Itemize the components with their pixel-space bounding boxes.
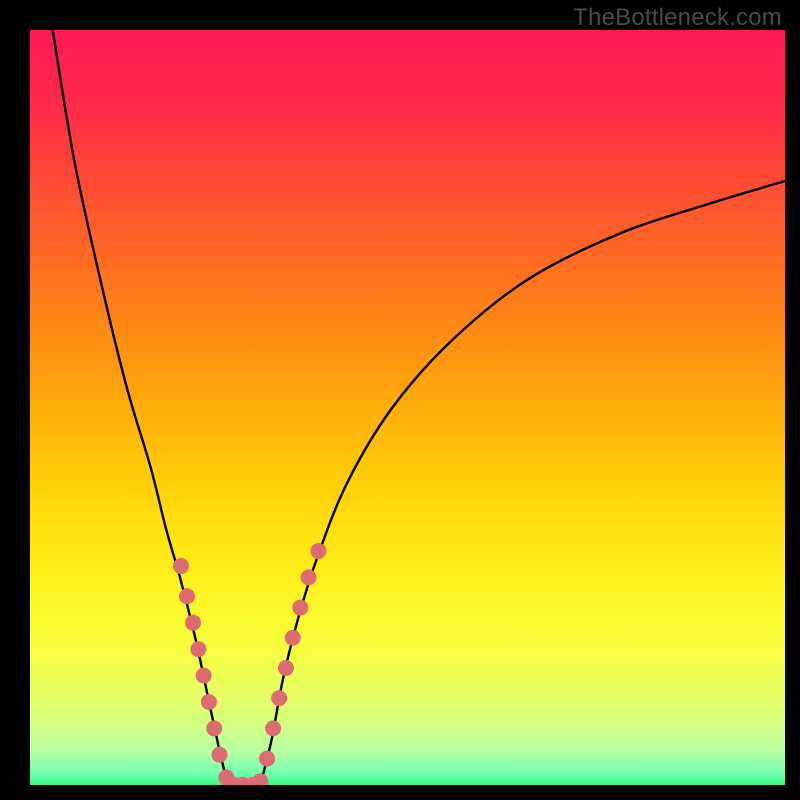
highlight-marker (201, 694, 217, 710)
highlight-marker (196, 668, 212, 684)
highlight-marker (285, 630, 301, 646)
series-group (53, 30, 785, 785)
marker-group (173, 543, 326, 785)
highlight-marker (292, 600, 308, 616)
chart-overlay (30, 30, 785, 785)
highlight-marker (252, 773, 268, 785)
highlight-marker (173, 558, 189, 574)
highlight-marker (206, 720, 222, 736)
plot-area (30, 30, 785, 785)
highlight-marker (185, 615, 201, 631)
figure-root: TheBottleneck.com (0, 0, 800, 800)
highlight-marker (179, 588, 195, 604)
bottleneck-curve (53, 30, 785, 785)
highlight-marker (278, 660, 294, 676)
highlight-marker (259, 751, 275, 767)
highlight-marker (265, 720, 281, 736)
highlight-marker (190, 641, 206, 657)
watermark-text: TheBottleneck.com (573, 4, 782, 32)
highlight-marker (212, 747, 228, 763)
highlight-marker (271, 690, 287, 706)
highlight-marker (310, 543, 326, 559)
highlight-marker (301, 569, 317, 585)
